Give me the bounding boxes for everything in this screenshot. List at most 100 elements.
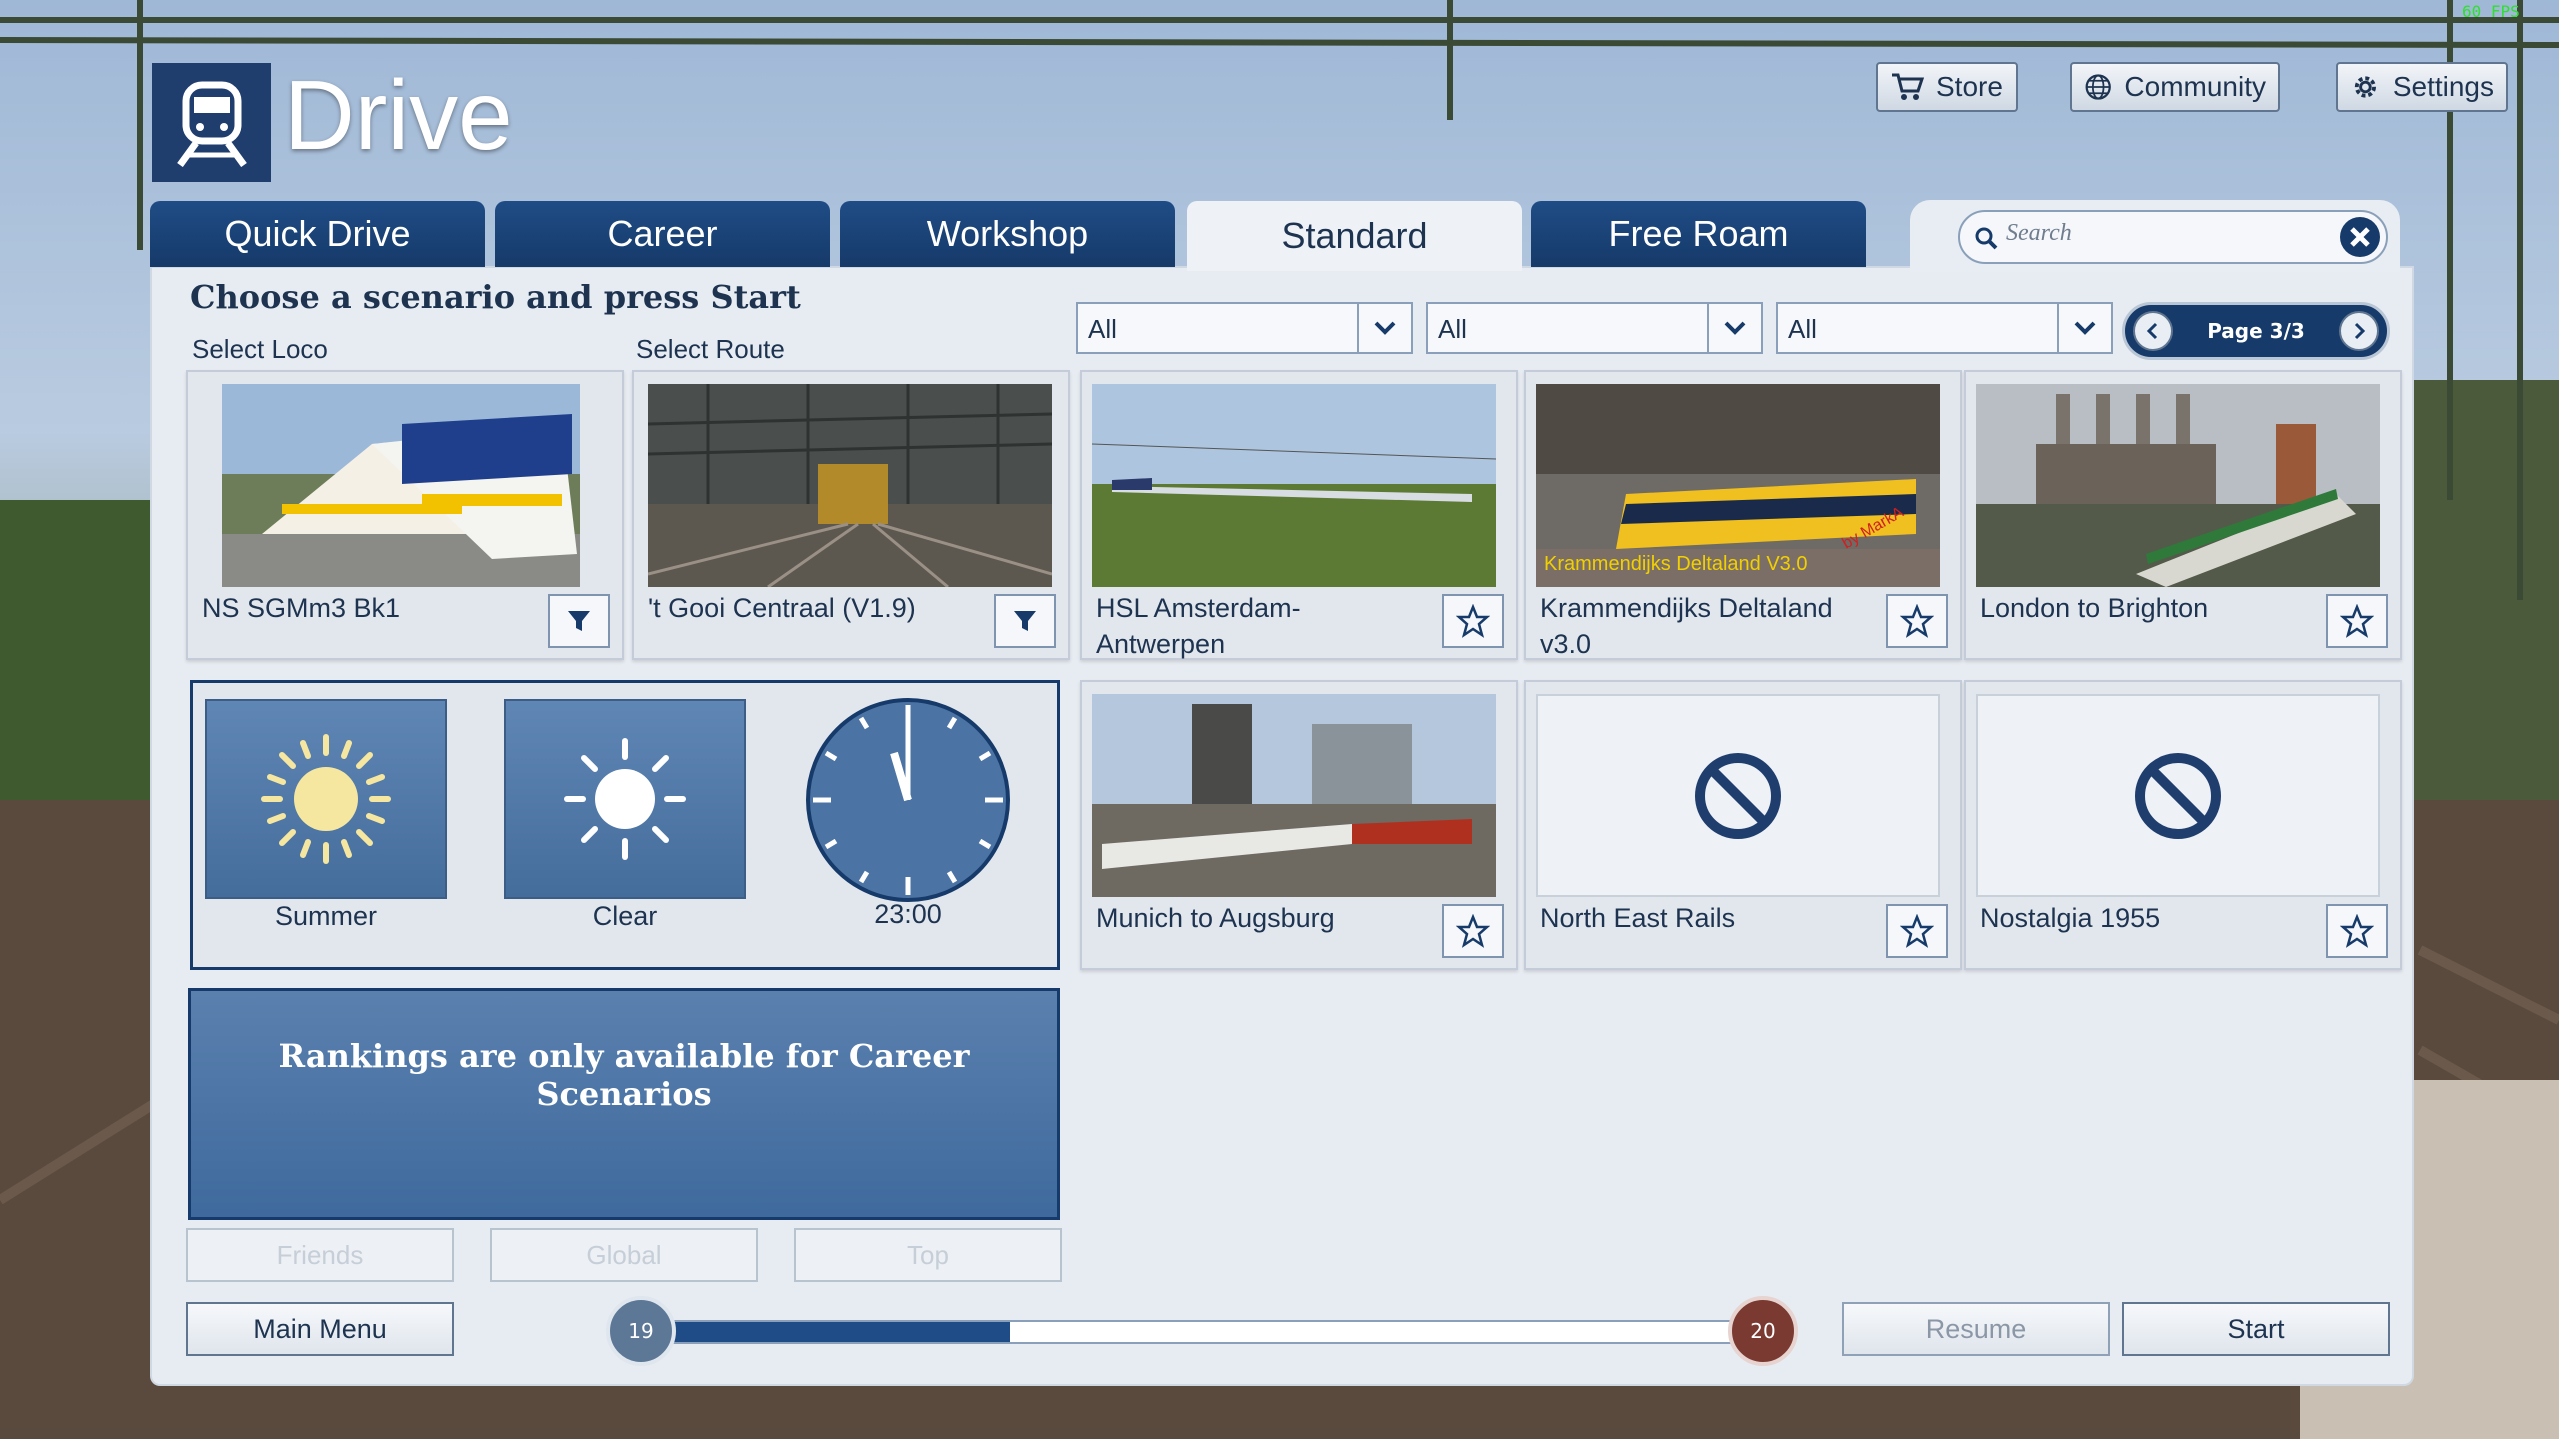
instruction-heading: Choose a scenario and press Start	[190, 278, 801, 316]
scenario-thumbnail: Krammendijks Deltaland V3.0 by MarkA	[1536, 384, 1940, 587]
page-navigator: Page 3/3	[2122, 302, 2390, 360]
tab-label: Quick Drive	[224, 213, 411, 254]
clock-icon	[806, 698, 1010, 902]
favorite-button[interactable]	[1886, 594, 1948, 648]
scenario-card[interactable]: Krammendijks Deltaland V3.0 by MarkA Kra…	[1524, 370, 1962, 660]
chevron-down-icon	[1707, 304, 1761, 352]
filter-dropdown-3[interactable]: All	[1776, 302, 2113, 354]
drive-logo	[152, 63, 271, 182]
filter-value: All	[1088, 314, 1117, 344]
tab-label: Standard	[1281, 215, 1428, 256]
scenario-thumbnail	[1976, 384, 2380, 587]
start-button[interactable]: Start	[2122, 1302, 2390, 1356]
resume-button[interactable]: Resume	[1842, 1302, 2110, 1356]
tab-career[interactable]: Career	[495, 201, 830, 267]
time-label: 23:00	[874, 899, 942, 929]
clear-search-button[interactable]	[2340, 217, 2380, 257]
summer-sun-icon	[261, 734, 391, 864]
search-input[interactable]: Search	[1958, 210, 2388, 264]
level-progress-fill	[642, 1322, 1011, 1342]
scenario-card[interactable]: North East Rails	[1524, 680, 1962, 970]
top-ranking-button[interactable]: Top	[794, 1228, 1062, 1282]
scenario-name: London to Brighton	[1980, 593, 2209, 623]
thumbnail-caption: Krammendijks Deltaland V3.0	[1544, 553, 1807, 575]
scenario-card[interactable]: Nostalgia 1955	[1964, 680, 2402, 970]
globe-icon	[2085, 74, 2111, 100]
filter-value: All	[1438, 314, 1467, 344]
filter-value: All	[1788, 314, 1817, 344]
clear-weather-icon	[564, 738, 686, 860]
filter-dropdown-2[interactable]: All	[1426, 302, 1763, 354]
loco-name: NS SGMm3 Bk1	[202, 593, 401, 623]
star-icon	[1456, 914, 1490, 948]
no-image-icon	[1695, 752, 1781, 839]
weather-selector[interactable]	[504, 699, 746, 899]
favorite-button[interactable]	[1442, 594, 1504, 648]
next-page-button[interactable]	[2339, 311, 2379, 351]
tab-workshop[interactable]: Workshop	[840, 201, 1175, 267]
weather-label: Clear	[592, 901, 658, 931]
scenario-name: North East Rails	[1540, 903, 1736, 933]
loco-filter-button[interactable]	[548, 594, 610, 648]
route-card[interactable]: 't Gooi Centraal (V1.9)	[632, 370, 1070, 660]
tab-label: Free Roam	[1608, 213, 1789, 254]
rankings-panel: Rankings are only available for Career S…	[188, 988, 1060, 1220]
scenario-thumbnail	[1092, 694, 1496, 897]
rankings-message: Rankings are only available for Career S…	[278, 1037, 970, 1113]
favorite-button[interactable]	[2326, 904, 2388, 958]
no-image-icon	[2135, 752, 2221, 839]
favorite-button[interactable]	[2326, 594, 2388, 648]
season-label: Summer	[274, 901, 377, 931]
tab-label: Workshop	[926, 213, 1089, 254]
chevron-down-icon	[2057, 304, 2111, 352]
select-route-label: Select Route	[636, 334, 785, 364]
time-selector[interactable]	[803, 695, 1013, 905]
star-icon	[2340, 914, 2374, 948]
conditions-panel: Summer Clear 23:00	[190, 680, 1060, 970]
favorite-button[interactable]	[1442, 904, 1504, 958]
scenario-card[interactable]: Munich to Augsburg	[1080, 680, 1518, 970]
scenario-name: Nostalgia 1955	[1980, 903, 2161, 933]
chevron-right-icon	[2354, 322, 2366, 340]
no-image-placeholder	[1976, 694, 2380, 897]
tab-quick-drive[interactable]: Quick Drive	[150, 201, 485, 267]
star-icon	[1900, 914, 1934, 948]
main-menu-button[interactable]: Main Menu	[186, 1302, 454, 1356]
settings-label: Settings	[2392, 71, 2494, 102]
scenario-card[interactable]: London to Brighton	[1964, 370, 2402, 660]
gear-icon	[2354, 76, 2377, 98]
route-filter-button[interactable]	[994, 594, 1056, 648]
filter-dropdown-1[interactable]: All	[1076, 302, 1413, 354]
filter-icon	[1014, 611, 1036, 631]
tab-standard[interactable]: Standard	[1187, 201, 1522, 271]
loco-card[interactable]: NS SGMm3 Bk1	[186, 370, 624, 660]
settings-button[interactable]: Settings	[2336, 62, 2508, 112]
loco-thumbnail	[222, 384, 580, 587]
community-label: Community	[2124, 71, 2266, 102]
tab-free-roam[interactable]: Free Roam	[1531, 201, 1866, 267]
route-name: 't Gooi Centraal (V1.9)	[648, 593, 916, 623]
filter-icon	[568, 611, 590, 631]
select-loco-label: Select Loco	[192, 334, 328, 364]
friends-ranking-button[interactable]: Friends	[186, 1228, 454, 1282]
search-icon	[1975, 227, 1998, 250]
store-button[interactable]: Store	[1876, 62, 2018, 112]
community-button[interactable]: Community	[2070, 62, 2280, 112]
search-placeholder: Search	[2006, 220, 2072, 246]
chevron-down-icon	[1357, 304, 1411, 352]
train-icon	[177, 81, 247, 167]
global-ranking-button[interactable]: Global	[490, 1228, 758, 1282]
season-selector[interactable]	[205, 699, 447, 899]
favorite-button[interactable]	[1886, 904, 1948, 958]
scenario-name: HSL Amsterdam-Antwerpen	[1096, 593, 1301, 659]
fps-counter: 60 FPS	[2462, 2, 2520, 21]
current-level-badge: 19	[606, 1296, 676, 1366]
star-icon	[2340, 604, 2374, 638]
level-progress-bar	[640, 1320, 1760, 1344]
star-icon	[1900, 604, 1934, 638]
page-title: Drive	[284, 60, 513, 170]
close-icon	[2350, 227, 2370, 247]
scenario-card[interactable]: HSL Amsterdam-Antwerpen	[1080, 370, 1518, 660]
star-icon	[1456, 604, 1490, 638]
next-level-badge: 20	[1728, 1296, 1798, 1366]
